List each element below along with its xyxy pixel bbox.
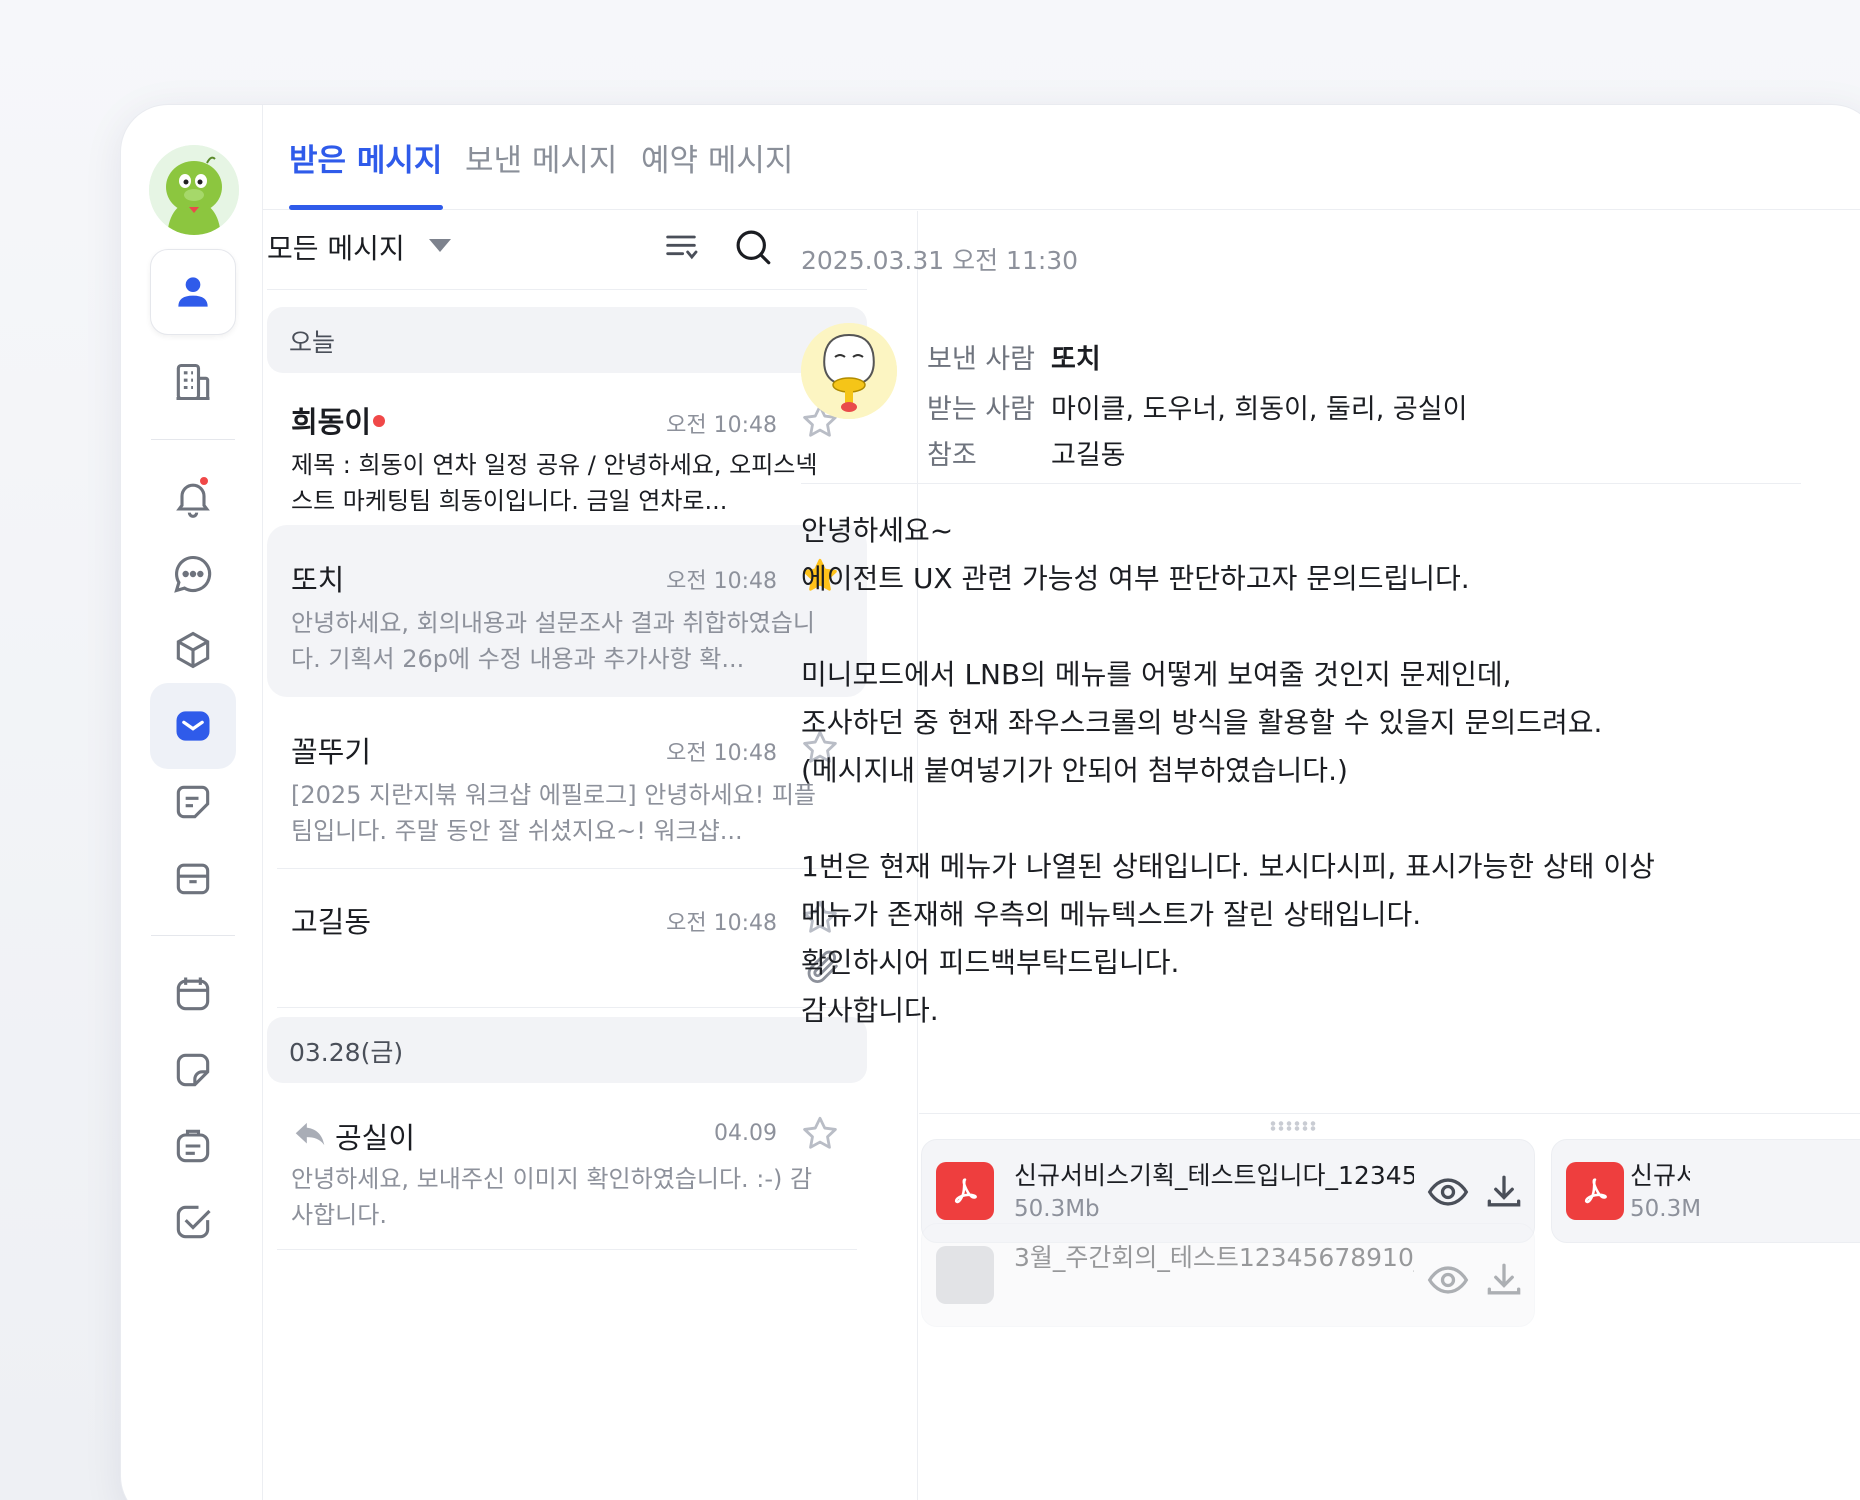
active-tab-indicator: [289, 205, 443, 210]
cube-icon: [176, 631, 210, 669]
message-time: 오전 10:48: [666, 569, 777, 594]
filter-dropdown-label[interactable]: 모든 메시지: [267, 227, 405, 267]
sort-button[interactable]: [659, 225, 703, 269]
reply-arrow-icon: [295, 1122, 325, 1146]
note-icon: [176, 785, 210, 819]
archive-box-icon: [176, 863, 210, 895]
message-preview: 안녕하세요, 보내주신 이미지 확인하였습니다. :-) 감사합니다.: [291, 1165, 813, 1229]
attachment-card[interactable]: 신규서 50.3M: [1551, 1139, 1860, 1243]
rail-memo-button[interactable]: [150, 1027, 236, 1113]
rail-archive-button[interactable]: [150, 835, 236, 921]
message-time: 04.09: [714, 1121, 777, 1146]
section-header-today: 오늘: [267, 307, 867, 373]
message-time: 오전 10:48: [666, 911, 777, 936]
checkbox-icon: [176, 1205, 211, 1239]
message-time: 오전 10:48: [666, 741, 777, 766]
character-avatar-icon: [149, 145, 239, 235]
sender-name: 꼴뚜기: [291, 735, 372, 769]
from-value[interactable]: 또치: [1051, 337, 1101, 376]
sender-name: 고길동: [291, 905, 372, 939]
unread-dot: [373, 415, 385, 427]
building-icon: [176, 363, 210, 401]
messenger-window: 받은 메시지 보낸 메시지 예약 메시지 모든 메시지 오늘 희동이 오전 10…: [120, 104, 1860, 1500]
section-label: 03.28(금): [289, 1038, 404, 1067]
sender-avatar[interactable]: [801, 323, 897, 419]
left-rail: [121, 105, 263, 1500]
envelope-icon: [176, 711, 210, 741]
search-icon: [736, 230, 771, 265]
chevron-down-icon[interactable]: [429, 239, 451, 252]
section-header-date: 03.28(금): [267, 1017, 867, 1083]
rail-box-button[interactable]: [150, 607, 236, 693]
message-preview: 제목 : 희동이 연차 일정 공유 / 안녕하세요, 오피스넥스트 마케팅팀 희…: [291, 451, 818, 515]
from-label: 보낸 사람: [927, 344, 1035, 375]
section-label: 오늘: [289, 328, 336, 357]
message-datetime: 2025.03.31 오전 11:30: [801, 246, 1079, 275]
pdf-file-icon: [936, 1162, 994, 1220]
tab-inbox[interactable]: 받은 메시지: [289, 135, 442, 180]
tab-sent[interactable]: 보낸 메시지: [465, 135, 617, 180]
person-icon: [178, 277, 208, 307]
sender-name: 또치: [291, 563, 345, 597]
rail-divider: [151, 935, 235, 936]
rail-notice-button[interactable]: [150, 1103, 236, 1189]
attachment-size: 50.3Mb: [1014, 1196, 1100, 1222]
header-divider: [801, 483, 1801, 484]
rail-profile-button[interactable]: [150, 249, 236, 335]
list-toolbar: 모든 메시지: [267, 217, 867, 277]
message-preview: 안녕하세요, 회의내용과 설문조사 결과 취합하였습니다. 기획서 26p에 수…: [291, 609, 815, 673]
list-item[interactable]: 희동이 오전 10:48 제목 : 희동이 연차 일정 공유 / 안녕하세요, …: [267, 377, 867, 525]
cc-value[interactable]: 고길동: [1051, 433, 1126, 472]
download-icon[interactable]: [1482, 1258, 1526, 1302]
list-divider: [277, 1007, 857, 1008]
notification-badge: [198, 475, 210, 487]
chat-bubble-icon: [174, 555, 212, 593]
list-item[interactable]: 꼴뚜기 오전 10:48 [2025 지란지붂 워크샵 에필로그] 안녕하세요!…: [267, 701, 867, 867]
to-value[interactable]: 마이클, 도우너, 희동이, 둘리, 공실이: [1051, 387, 1467, 426]
message-time: 오전 10:48: [666, 413, 777, 438]
rail-message-button[interactable]: [150, 683, 236, 769]
sender-name: 공실이: [335, 1121, 416, 1155]
eye-icon[interactable]: [1426, 1170, 1470, 1214]
rail-task-button[interactable]: [150, 1179, 236, 1265]
file-icon: [936, 1246, 994, 1304]
resize-grip[interactable]: [1269, 1121, 1317, 1131]
sticky-note-icon: [176, 1053, 210, 1087]
sender-name: 희동이: [291, 405, 372, 439]
sort-list-icon: [666, 235, 698, 260]
list-divider: [277, 868, 857, 869]
attachment-name: 3월_주간회의_테스트12345678910_v...: [1014, 1243, 1414, 1272]
list-divider: [267, 289, 867, 290]
attachment-name: 신규서비스기획_테스트입니다_123456....: [1014, 1161, 1414, 1190]
attachment-name: 신규서: [1630, 1161, 1690, 1190]
rail-board-button[interactable]: [150, 759, 236, 845]
attachment-card[interactable]: 3월_주간회의_테스트12345678910_v...: [921, 1223, 1535, 1327]
pdf-file-icon: [1566, 1162, 1624, 1220]
rail-divider: [151, 439, 235, 440]
list-item[interactable]: 고길동 오전 10:48: [267, 871, 867, 1005]
message-body: 안녕하세요~ 에이전트 UX 관련 가능성 여부 판단하고자 문의드립니다. 미…: [801, 514, 1655, 1027]
rail-organization-button[interactable]: [150, 339, 236, 425]
rail-calendar-button[interactable]: [150, 951, 236, 1037]
list-divider: [277, 1249, 857, 1250]
message-preview: [2025 지란지붂 워크샵 에필로그] 안녕하세요! 피플팀입니다. 주말 동…: [291, 781, 817, 845]
list-item-selected[interactable]: 또치 오전 10:48 안녕하세요, 회의내용과 설문조사 결과 취합하였습니다…: [267, 525, 867, 697]
rail-chat-button[interactable]: [150, 531, 236, 617]
my-avatar[interactable]: [149, 145, 239, 235]
download-icon[interactable]: [1482, 1170, 1526, 1214]
attachment-size: 50.3M: [1630, 1196, 1702, 1222]
to-label: 받는 사람: [927, 394, 1035, 425]
tab-scheduled[interactable]: 예약 메시지: [641, 135, 793, 180]
attachment-divider: [919, 1113, 1860, 1114]
message-tabs: 받은 메시지 보낸 메시지 예약 메시지: [263, 105, 1860, 210]
calendar-icon: [176, 977, 210, 1011]
character-avatar-icon: [801, 323, 897, 419]
list-item[interactable]: 공실이 04.09 안녕하세요, 보내주신 이미지 확인하였습니다. :-) 감…: [267, 1091, 867, 1251]
clipboard-icon: [176, 1129, 210, 1163]
search-button[interactable]: [729, 223, 777, 271]
cc-label: 참조: [927, 440, 977, 471]
rail-notification-button[interactable]: [150, 455, 236, 541]
eye-icon[interactable]: [1426, 1258, 1470, 1302]
